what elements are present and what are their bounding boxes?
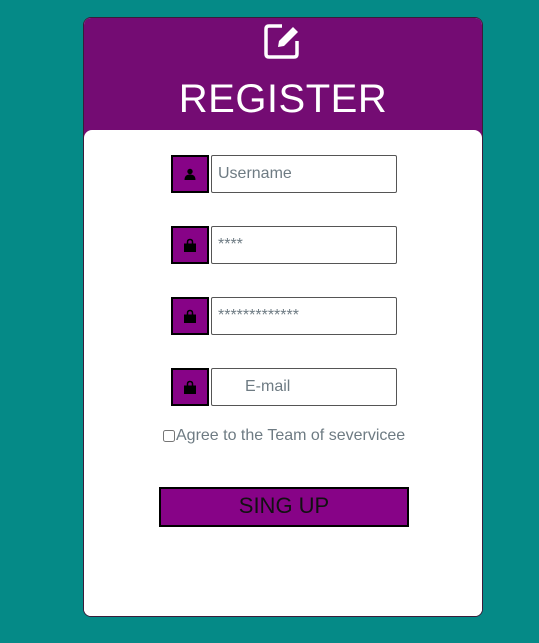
username-row [171, 155, 397, 193]
register-card: REGISTER Ag [83, 17, 483, 617]
agree-checkbox[interactable] [163, 430, 175, 442]
confirm-password-input[interactable] [211, 297, 397, 335]
password-input[interactable] [211, 226, 397, 264]
lock-icon [171, 368, 209, 406]
email-row [171, 368, 397, 406]
lock-icon [171, 226, 209, 264]
agree-terms: Agree to the Team of severvicee [163, 427, 405, 445]
agree-label: Agree to the Team of severvicee [176, 427, 406, 444]
confirm-password-row [171, 297, 397, 335]
signup-button[interactable]: SING UP [159, 487, 409, 527]
card-header: REGISTER [84, 18, 482, 138]
password-row [171, 226, 397, 264]
form-body: Agree to the Team of severvicee SING UP [84, 130, 482, 616]
page-title: REGISTER [178, 77, 388, 121]
email-input[interactable] [211, 368, 397, 406]
username-input[interactable] [211, 155, 397, 193]
lock-icon [171, 297, 209, 335]
edit-icon [264, 24, 299, 59]
user-icon [171, 155, 209, 193]
